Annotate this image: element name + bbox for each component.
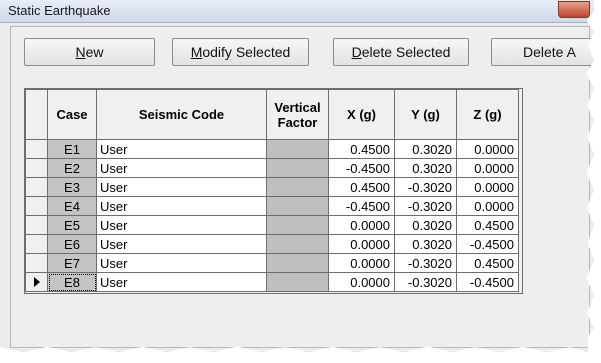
static-earthquake-window: Static Earthquake New Modify Selected De… — [0, 0, 594, 352]
y-g-cell[interactable]: 0.3020 — [394, 234, 457, 254]
x-g-cell[interactable]: 0.0000 — [328, 253, 395, 273]
row-selector-header — [25, 89, 48, 140]
vertical-factor-column-header[interactable]: Vertical Factor — [266, 89, 329, 140]
y-g-cell[interactable]: -0.3020 — [394, 253, 457, 273]
new-button-label: ew — [85, 44, 104, 60]
z-g-cell[interactable]: 0.0000 — [456, 177, 519, 197]
x-g-cell[interactable]: 0.0000 — [328, 234, 395, 254]
table-row[interactable]: E7 User 0.0000 -0.3020 0.4500 — [25, 253, 519, 273]
header-row: Case Seismic Code Vertical Factor X (g) … — [25, 89, 519, 140]
delete-selected-button[interactable]: Delete Selected — [333, 38, 469, 66]
window-title: Static Earthquake — [8, 3, 111, 18]
new-button[interactable]: New — [24, 38, 155, 66]
table-row-current[interactable]: E8 User 0.0000 -0.3020 -0.4500 — [25, 272, 519, 292]
delete-button-accelerator: D — [351, 44, 362, 60]
z-g-cell[interactable]: 0.0000 — [456, 139, 519, 159]
seismic-code-cell[interactable]: User — [96, 253, 267, 273]
case-cell[interactable]: E7 — [47, 253, 97, 273]
row-selector[interactable] — [25, 196, 48, 216]
modify-button-accelerator: M — [190, 44, 203, 60]
vertical-factor-cell — [266, 196, 329, 216]
vertical-factor-cell — [266, 215, 329, 235]
table-row[interactable]: E5 User 0.0000 0.3020 0.4500 — [25, 215, 519, 235]
delete-all-button-label: Delete A — [523, 44, 576, 60]
modify-selected-button[interactable]: Modify Selected — [172, 38, 309, 66]
z-g-cell[interactable]: -0.4500 — [456, 234, 519, 254]
case-cell[interactable]: E4 — [47, 196, 97, 216]
y-g-column-header[interactable]: Y (g) — [394, 89, 457, 140]
earthquake-cases-grid: Case Seismic Code Vertical Factor X (g) … — [24, 88, 523, 294]
vertical-factor-header-line1: Vertical — [274, 99, 321, 115]
x-g-cell[interactable]: -0.4500 — [328, 158, 395, 178]
row-selector[interactable] — [25, 234, 48, 254]
x-g-cell[interactable]: 0.0000 — [328, 215, 395, 235]
x-g-cell[interactable]: -0.4500 — [328, 196, 395, 216]
case-cell[interactable]: E5 — [47, 215, 97, 235]
row-selector[interactable] — [25, 215, 48, 235]
vertical-factor-cell — [266, 234, 329, 254]
seismic-code-cell[interactable]: User — [96, 215, 267, 235]
table-row[interactable]: E3 User 0.4500 -0.3020 0.0000 — [25, 177, 519, 197]
table-row[interactable]: E1 User 0.4500 0.3020 0.0000 — [25, 139, 519, 159]
cases-table: Case Seismic Code Vertical Factor X (g) … — [25, 89, 519, 292]
row-selector[interactable] — [25, 253, 48, 273]
y-g-cell[interactable]: 0.3020 — [394, 215, 457, 235]
z-g-column-header[interactable]: Z (g) — [456, 89, 519, 140]
table-row[interactable]: E6 User 0.0000 0.3020 -0.4500 — [25, 234, 519, 254]
case-cell[interactable]: E3 — [47, 177, 97, 197]
modify-button-label: odify Selected — [202, 44, 291, 60]
delete-button-label: elete Selected — [361, 44, 451, 60]
seismic-code-cell[interactable]: User — [96, 272, 267, 292]
table-row[interactable]: E2 User -0.4500 0.3020 0.0000 — [25, 158, 519, 178]
x-g-cell[interactable]: 0.0000 — [328, 272, 395, 292]
vertical-factor-cell — [266, 272, 329, 292]
row-selector[interactable] — [25, 158, 48, 178]
z-g-cell[interactable]: 0.0000 — [456, 196, 519, 216]
x-g-cell[interactable]: 0.4500 — [328, 139, 395, 159]
row-selector[interactable] — [25, 139, 48, 159]
seismic-code-cell[interactable]: User — [96, 234, 267, 254]
z-g-cell[interactable]: -0.4500 — [456, 272, 519, 292]
y-g-cell[interactable]: -0.3020 — [394, 272, 457, 292]
x-g-column-header[interactable]: X (g) — [328, 89, 395, 140]
seismic-code-cell[interactable]: User — [96, 158, 267, 178]
new-button-accelerator: N — [75, 44, 86, 60]
y-g-cell[interactable]: -0.3020 — [394, 177, 457, 197]
z-g-cell[interactable]: 0.4500 — [456, 215, 519, 235]
row-pointer-arrow-icon — [33, 277, 40, 287]
case-column-header[interactable]: Case — [47, 89, 97, 140]
vertical-factor-cell — [266, 139, 329, 159]
vertical-factor-cell — [266, 177, 329, 197]
case-cell[interactable]: E2 — [47, 158, 97, 178]
y-g-cell[interactable]: -0.3020 — [394, 196, 457, 216]
x-g-cell[interactable]: 0.4500 — [328, 177, 395, 197]
case-cell[interactable]: E6 — [47, 234, 97, 254]
vertical-factor-cell — [266, 158, 329, 178]
delete-all-button[interactable]: Delete A — [491, 38, 594, 66]
case-cell[interactable]: E1 — [47, 139, 97, 159]
vertical-factor-header-line2: Factor — [277, 114, 318, 130]
vertical-factor-cell — [266, 253, 329, 273]
row-selector[interactable] — [25, 177, 48, 197]
z-g-cell[interactable]: 0.4500 — [456, 253, 519, 273]
seismic-code-cell[interactable]: User — [96, 196, 267, 216]
seismic-code-column-header[interactable]: Seismic Code — [96, 89, 267, 140]
seismic-code-cell[interactable]: User — [96, 177, 267, 197]
row-selector-current[interactable] — [25, 272, 48, 292]
table-row[interactable]: E4 User -0.4500 -0.3020 0.0000 — [25, 196, 519, 216]
z-g-cell[interactable]: 0.0000 — [456, 158, 519, 178]
seismic-code-cell[interactable]: User — [96, 139, 267, 159]
y-g-cell[interactable]: 0.3020 — [394, 158, 457, 178]
case-cell[interactable]: E8 — [47, 272, 97, 292]
close-button[interactable] — [558, 1, 590, 18]
y-g-cell[interactable]: 0.3020 — [394, 139, 457, 159]
title-bar: Static Earthquake — [0, 0, 594, 23]
